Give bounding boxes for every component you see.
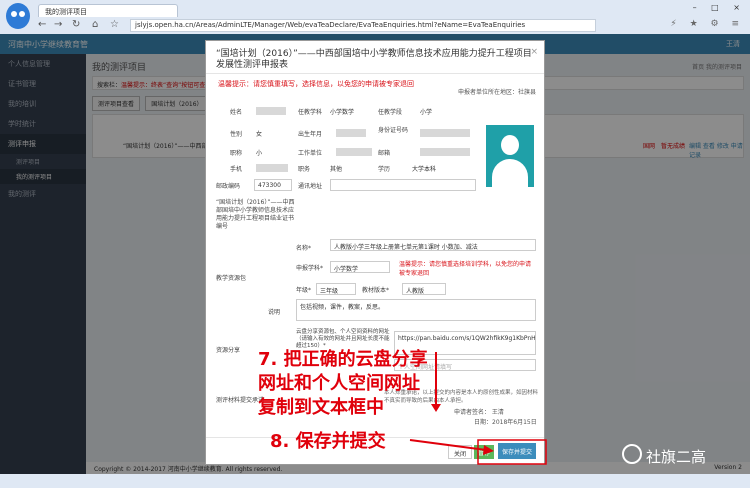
back-icon[interactable]: ← <box>38 19 46 30</box>
birth-label: 出生年月 <box>298 131 323 138</box>
browser-status-bar <box>0 474 750 488</box>
avatar <box>486 125 534 187</box>
gender-label: 性别 <box>230 131 243 138</box>
favorite-icon[interactable]: ☆ <box>110 19 119 30</box>
unit-value <box>336 148 372 156</box>
desc-textarea[interactable]: 包括视频，课件，教案，反思。 <box>296 299 536 321</box>
browser-logo-icon <box>6 3 30 29</box>
annotation-step8: 8. 保存并提交 <box>270 431 386 452</box>
unit-label: 工作单位 <box>298 150 323 157</box>
annotation-step7: 7. 把正确的云盘分享网址和个人空间网址复制到文本框中 <box>258 349 428 418</box>
gender-value: 女 <box>256 131 263 138</box>
section-label: 任教学段 <box>378 109 403 116</box>
title-label: 职称 <box>230 150 243 157</box>
address-label: 通讯地址 <box>298 183 323 190</box>
address-bar[interactable]: jslyjs.open.ha.cn/Areas/AdminLTE/Manager… <box>130 19 596 32</box>
resource-subject-select[interactable]: 小学数学 <box>330 261 390 273</box>
forward-icon[interactable]: → <box>54 19 62 30</box>
edition-label: 教材版本* <box>362 287 390 294</box>
resource-subject-label: 申报学科* <box>296 265 324 272</box>
unit-location: 申报者单位所在地区：社旗县 <box>457 89 536 96</box>
save-draft-button[interactable]: 暂存 <box>474 445 495 459</box>
wechat-icon <box>622 444 642 464</box>
grade-label: 年级* <box>296 287 312 294</box>
close-button[interactable]: 关闭 <box>448 445 473 459</box>
edu-value: 大学本科 <box>412 166 437 173</box>
resource-name-label: 名称* <box>296 245 312 252</box>
idcard-value <box>420 129 470 137</box>
close-icon[interactable]: × <box>530 47 538 57</box>
cloud-url-label: 云盘分享资源包、个人空间资料的网址（请输入有效的网址并且网址长度不能超过150）… <box>296 329 390 349</box>
cert-label: “国培计划（2016）”——中西部国培中小学教师信息技术应用能力提升工程项目结业… <box>216 199 295 230</box>
browser-toolbar-icons[interactable]: ⚡ ★ ⚙ ≡ <box>670 19 744 29</box>
zip-input[interactable]: 473300 <box>254 179 292 191</box>
subject-warning: 温馨提示：请您慎重选择培训学科，以免您的申请被专家退回 <box>399 261 532 277</box>
name-label: 姓名 <box>230 109 243 116</box>
desc-label-text: 说明 <box>268 309 281 316</box>
post-label: 职务 <box>298 166 311 173</box>
title-value: 小 <box>256 150 263 157</box>
home-icon[interactable]: ⌂ <box>92 19 98 30</box>
window-controls[interactable]: – □ × <box>693 3 746 12</box>
edition-select[interactable]: 人教版 <box>402 283 446 295</box>
watermark: 社旗二高 <box>646 448 707 466</box>
resource-section-label: 教学资源包 <box>216 275 247 282</box>
save-submit-button[interactable]: 保存并提交 <box>498 443 537 459</box>
assess-section-label: 测评材料提交承诺 <box>216 397 265 404</box>
browser-chrome: 我的测评项目 – □ × ← → ↻ ⌂ ☆ jslyjs.open.ha.cn… <box>0 0 750 34</box>
browser-tab[interactable]: 我的测评项目 <box>38 4 178 17</box>
birth-value <box>336 129 366 137</box>
section-value: 小学 <box>420 109 433 116</box>
name-value <box>256 107 286 115</box>
refresh-icon[interactable]: ↻ <box>72 19 80 30</box>
share-section-label: 资源分享 <box>216 347 241 354</box>
address-row: ← → ↻ ⌂ ☆ jslyjs.open.ha.cn/Areas/AdminL… <box>36 18 750 34</box>
subject-value: 小学数学 <box>330 109 355 116</box>
edu-label: 学历 <box>378 166 391 173</box>
subject-label: 任教学科 <box>298 109 323 116</box>
post-value: 其他 <box>330 166 343 173</box>
idcard-label: 身份证号码 <box>378 127 409 134</box>
email-label: 邮箱 <box>378 150 391 157</box>
signature: 申请者签名： 王清 <box>454 409 504 416</box>
address-input[interactable] <box>330 179 476 191</box>
resource-name-input[interactable]: 人教版小学三年级上册第七单元第1课时 小数加、减法 <box>330 239 536 251</box>
zip-label: 邮政编码 <box>216 183 241 190</box>
phone-value <box>256 164 288 172</box>
phone-label: 手机 <box>230 166 243 173</box>
warning-text: 温馨提示：请您慎重填写，选择信息，以免您的申请被专家退回 <box>218 80 414 88</box>
sign-date: 日期：2018年6月15日 <box>474 419 537 426</box>
grade-select[interactable]: 三年级 <box>316 283 356 295</box>
email-value <box>420 148 470 156</box>
modal-title: “国培计划（2016）”——中西部国培中小学教师信息技术应用能力提升工程项目发展… <box>216 49 532 70</box>
divider <box>206 73 544 74</box>
